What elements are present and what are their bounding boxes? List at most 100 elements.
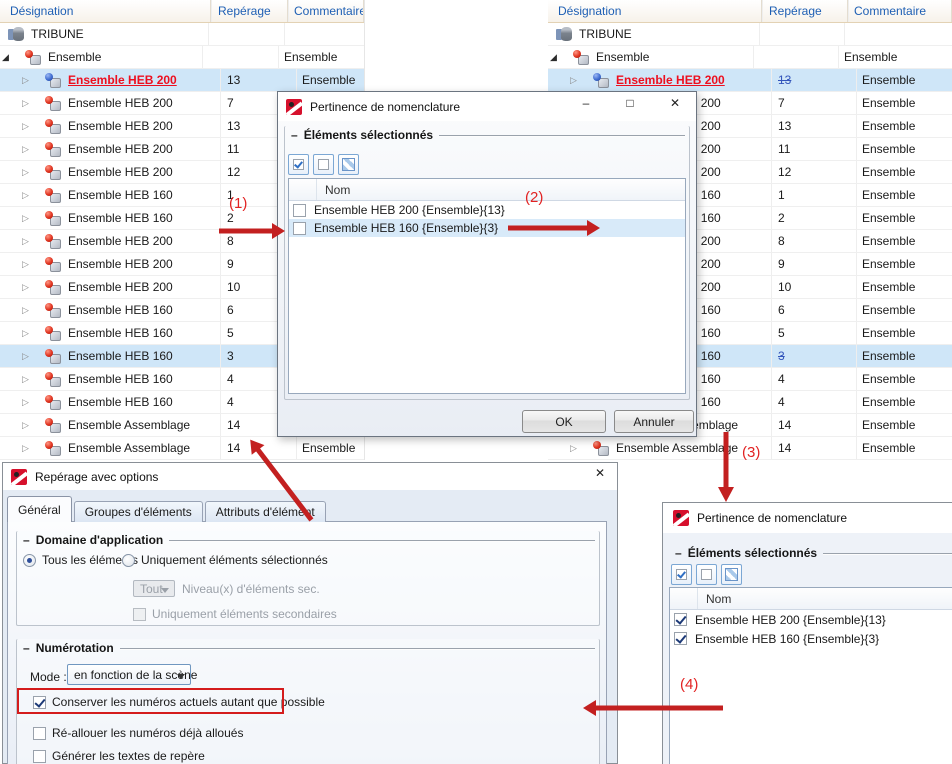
designation-text: Ensemble HEB 160 bbox=[68, 372, 173, 386]
close-icon[interactable]: ✕ bbox=[664, 96, 686, 110]
table-row[interactable]: ▷ Ensemble Assemblage 14 Ensemble bbox=[0, 437, 364, 460]
table-row[interactable]: ◢ Ensemble Ensemble bbox=[548, 46, 952, 69]
reperage-value: 3 bbox=[778, 349, 785, 363]
table-row[interactable]: ▷ Ensemble HEB 200 13 Ensemble bbox=[0, 69, 364, 92]
cancel-button[interactable]: Annuler bbox=[614, 410, 694, 433]
tree-expander-icon[interactable]: ▷ bbox=[20, 351, 45, 361]
tab-groupes-elements[interactable]: Groupes d'éléments bbox=[73, 501, 203, 522]
uncheck-all-button[interactable] bbox=[696, 564, 717, 585]
tree-expander-icon[interactable]: ▷ bbox=[20, 167, 45, 177]
reallocate-checkbox[interactable]: Ré-allouer les numéros déjà alloués bbox=[33, 726, 243, 740]
tree-expander-icon[interactable]: ▷ bbox=[20, 144, 45, 154]
generate-texts-checkbox[interactable]: Générer les textes de repère bbox=[33, 749, 205, 763]
tree-expander-icon[interactable]: ▷ bbox=[20, 98, 45, 108]
commentaire-value: Ensemble bbox=[856, 69, 952, 91]
tree-expander-icon[interactable]: ▷ bbox=[20, 121, 45, 131]
invert-selection-button[interactable] bbox=[338, 154, 359, 175]
tree-expander-icon[interactable]: ▷ bbox=[20, 374, 45, 384]
maximize-icon[interactable]: □ bbox=[619, 96, 641, 110]
checkbox-icon[interactable] bbox=[33, 726, 46, 740]
reperage-value: 6 bbox=[227, 303, 234, 317]
checkbox-icon[interactable] bbox=[33, 749, 46, 763]
column-header-designation[interactable]: Désignation bbox=[0, 0, 211, 22]
tree-expander-icon[interactable]: ▷ bbox=[20, 75, 45, 85]
reperage-value: 9 bbox=[778, 257, 785, 271]
designation-text: Ensemble HEB 200 bbox=[68, 96, 173, 110]
reperage-value: 11 bbox=[227, 142, 240, 156]
tree-expander-icon[interactable]: ◢ bbox=[2, 52, 25, 62]
app-icon bbox=[673, 510, 689, 526]
reperage-value: 5 bbox=[227, 326, 234, 340]
check-all-button[interactable] bbox=[671, 564, 692, 585]
selection-toolbar bbox=[288, 154, 359, 175]
tree-expander-icon[interactable]: ▷ bbox=[20, 305, 45, 315]
designation-text: Ensemble HEB 200 bbox=[68, 73, 177, 87]
tree-expander-icon[interactable]: ▷ bbox=[20, 259, 45, 269]
list-item[interactable]: Ensemble HEB 160 {Ensemble}{3} bbox=[289, 219, 685, 237]
table-row[interactable]: TRIBUNE bbox=[548, 23, 952, 46]
reperage-value: 10 bbox=[227, 280, 241, 294]
reperage-value: 14 bbox=[778, 418, 792, 432]
column-header-reperage[interactable]: Repérage bbox=[762, 0, 848, 22]
assembly-icon bbox=[45, 141, 62, 157]
tree-expander-icon[interactable]: ▷ bbox=[568, 75, 593, 85]
uncheck-all-button[interactable] bbox=[313, 154, 334, 175]
column-header-reperage[interactable]: Repérage bbox=[211, 0, 288, 22]
table-row[interactable]: ◢ Ensemble Ensemble bbox=[0, 46, 364, 69]
column-header-commentaire[interactable]: Commentaire bbox=[848, 0, 952, 22]
designation-text: TRIBUNE bbox=[31, 27, 84, 41]
list-item[interactable]: Ensemble HEB 200 {Ensemble}{13} bbox=[289, 201, 685, 219]
list-item[interactable]: Ensemble HEB 160 {Ensemble}{3} bbox=[670, 629, 952, 648]
tree-expander-icon[interactable]: ◢ bbox=[550, 52, 573, 62]
mode-dropdown[interactable]: en fonction de la scène bbox=[67, 664, 197, 685]
list-item[interactable]: Ensemble HEB 200 {Ensemble}{13} bbox=[670, 610, 952, 629]
dialog-titlebar[interactable]: Repérage avec options ✕ bbox=[3, 463, 617, 490]
tab-general[interactable]: Général bbox=[7, 496, 72, 522]
commentaire-value: Ensemble bbox=[856, 115, 952, 137]
pertinence-dialog-top: Pertinence de nomenclature – □ ✕ Élément… bbox=[277, 91, 697, 437]
assembly-icon bbox=[45, 279, 62, 295]
reperage-value: 12 bbox=[778, 165, 792, 179]
designation-text: Ensemble HEB 200 bbox=[68, 165, 173, 179]
reperage-value: 14 bbox=[227, 418, 241, 432]
selection-toolbar bbox=[671, 564, 742, 585]
tree-expander-icon[interactable]: ▷ bbox=[20, 420, 45, 430]
checkbox-icon[interactable] bbox=[293, 203, 306, 217]
close-icon[interactable]: ✕ bbox=[589, 466, 611, 480]
table-row[interactable]: ▷ Ensemble HEB 200 13 Ensemble bbox=[548, 69, 952, 92]
minimize-icon[interactable]: – bbox=[575, 96, 597, 110]
tree-expander-icon[interactable]: ▷ bbox=[20, 328, 45, 338]
ok-button[interactable]: OK bbox=[522, 410, 606, 433]
reperage-value: 1 bbox=[778, 188, 785, 202]
tree-expander-icon[interactable]: ▷ bbox=[20, 236, 45, 246]
tree-expander-icon[interactable]: ▷ bbox=[20, 190, 45, 200]
dialog-titlebar[interactable]: Pertinence de nomenclature – □ ✕ bbox=[278, 92, 696, 121]
tree-expander-icon[interactable]: ▷ bbox=[20, 443, 45, 453]
invert-selection-button[interactable] bbox=[721, 564, 742, 585]
radio-all-elements[interactable]: Tous les éléments bbox=[23, 553, 138, 567]
checkbox-icon[interactable] bbox=[674, 613, 687, 626]
checkbox-icon[interactable] bbox=[674, 632, 687, 645]
designation-text: Ensemble HEB 200 bbox=[68, 280, 173, 294]
column-header-designation[interactable]: Désignation bbox=[548, 0, 762, 22]
commentaire-value: Ensemble bbox=[856, 253, 952, 275]
radio-icon[interactable] bbox=[23, 553, 36, 567]
dialog-titlebar[interactable]: Pertinence de nomenclature bbox=[663, 503, 952, 533]
check-all-button[interactable] bbox=[288, 154, 309, 175]
tree-expander-icon[interactable]: ▷ bbox=[20, 213, 45, 223]
commentaire-value: Ensemble bbox=[296, 69, 364, 91]
tree-expander-icon[interactable]: ▷ bbox=[20, 282, 45, 292]
tree-expander-icon[interactable]: ▷ bbox=[20, 397, 45, 407]
column-header-commentaire[interactable]: Commentaire bbox=[288, 0, 364, 22]
reperage-value: 6 bbox=[778, 303, 785, 317]
list-body: Ensemble HEB 200 {Ensemble}{13} Ensemble … bbox=[289, 201, 685, 237]
table-row[interactable]: TRIBUNE bbox=[0, 23, 364, 46]
radio-only-selected[interactable]: Uniquement éléments sélectionnés bbox=[122, 553, 328, 567]
radio-icon[interactable] bbox=[122, 553, 135, 567]
checkbox-icon[interactable] bbox=[293, 221, 306, 235]
designation-text: Ensemble HEB 160 bbox=[68, 188, 173, 202]
tree-expander-icon[interactable]: ▷ bbox=[568, 443, 593, 453]
reperage-value: 12 bbox=[227, 165, 241, 179]
commentaire-value: Ensemble bbox=[278, 46, 364, 68]
commentaire-value: Ensemble bbox=[856, 92, 952, 114]
